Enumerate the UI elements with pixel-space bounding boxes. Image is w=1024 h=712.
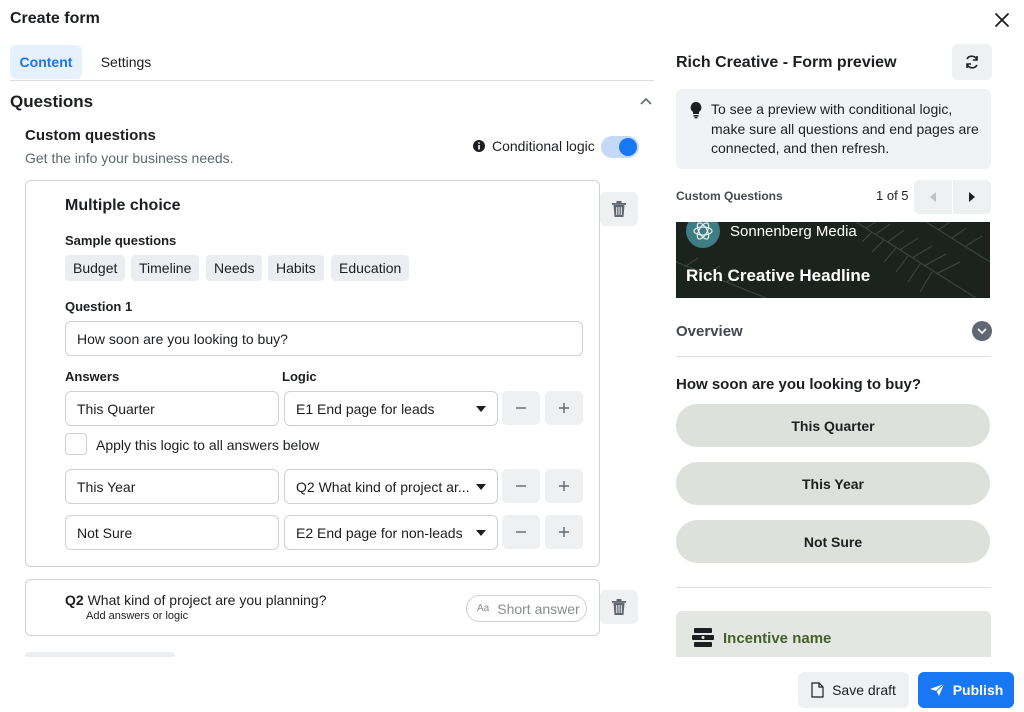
save-draft-button[interactable]: Save draft xyxy=(798,672,909,708)
close-button[interactable] xyxy=(990,8,1014,32)
sample-chip-budget[interactable]: Budget xyxy=(65,255,126,281)
question-1-label: Question 1 xyxy=(65,299,133,314)
preview-question: How soon are you looking to buy? xyxy=(676,376,922,393)
answer-input[interactable]: Not Sure xyxy=(65,515,279,550)
question-2-title: Q2 What kind of project are you planning… xyxy=(65,592,327,608)
questions-title: Questions xyxy=(10,92,94,111)
delete-question-2-button[interactable] xyxy=(600,590,638,624)
preview-option-not-sure[interactable]: Not Sure xyxy=(676,520,990,563)
text-format-icon: Aa xyxy=(477,603,490,614)
pager-prev-button[interactable] xyxy=(914,180,952,214)
custom-questions-title: Custom questions xyxy=(25,127,156,144)
trash-icon xyxy=(612,201,626,217)
pager-count: 1 of 5 xyxy=(876,188,909,203)
pager-next-button[interactable] xyxy=(953,180,991,214)
short-answer-label: Short answer xyxy=(497,600,580,617)
logic-select[interactable]: E1 End page for leads xyxy=(284,391,498,426)
preview-info-text: To see a preview with conditional logic,… xyxy=(711,101,979,156)
save-draft-label: Save draft xyxy=(832,682,896,698)
tab-settings-label: Settings xyxy=(100,54,152,70)
plus-icon xyxy=(559,403,569,413)
conditional-logic-label: Conditional logic xyxy=(492,138,595,154)
remove-answer-button[interactable] xyxy=(502,391,540,425)
incentive-name: Incentive name xyxy=(723,630,832,647)
logic-select-value: Q2 What kind of project ar... xyxy=(296,478,470,495)
chevron-down-icon xyxy=(977,328,987,334)
logic-select[interactable]: Q2 What kind of project ar... xyxy=(284,469,498,504)
logic-select-value: E2 End page for non-leads xyxy=(296,524,463,541)
refresh-icon xyxy=(966,55,978,69)
preview-hero-image: Sonnenberg Media Rich Creative Headline xyxy=(676,222,990,298)
toggle-knob xyxy=(619,138,637,156)
apply-logic-checkbox[interactable] xyxy=(65,433,87,455)
tab-content[interactable]: Content xyxy=(10,45,82,79)
apply-logic-label: Apply this logic to all answers below xyxy=(96,437,320,453)
question-type-label: Multiple choice xyxy=(65,197,181,214)
document-icon xyxy=(811,682,824,698)
question-1-input[interactable]: How soon are you looking to buy? xyxy=(65,321,583,356)
custom-questions-label: Custom Questions xyxy=(676,189,783,203)
sample-chip-timeline[interactable]: Timeline xyxy=(131,255,200,281)
publish-label: Publish xyxy=(952,682,1004,698)
preview-divider xyxy=(676,587,991,588)
caret-down-icon xyxy=(476,483,486,490)
answer-input[interactable]: This Quarter xyxy=(65,391,279,426)
preview-option-this-quarter[interactable]: This Quarter xyxy=(676,404,990,447)
conditional-logic-toggle[interactable] xyxy=(601,136,639,158)
preview-option-this-year[interactable]: This Year xyxy=(676,462,990,505)
sample-chip-habits[interactable]: Habits xyxy=(268,255,324,281)
add-answer-button[interactable] xyxy=(545,515,583,549)
refresh-preview-button[interactable] xyxy=(952,44,992,80)
logic-select[interactable]: E2 End page for non-leads xyxy=(284,515,498,550)
sample-questions-label: Sample questions xyxy=(65,233,177,248)
next-card-edge xyxy=(25,652,175,657)
chevron-up-icon xyxy=(640,97,652,105)
minus-icon xyxy=(516,407,526,409)
custom-questions-subtitle: Get the info your business needs. xyxy=(25,150,234,166)
preview-title: Rich Creative - Form preview xyxy=(676,54,897,71)
overview-divider xyxy=(676,356,991,357)
caret-right-icon xyxy=(969,192,975,202)
sample-chip-education[interactable]: Education xyxy=(331,255,410,281)
remove-answer-button[interactable] xyxy=(502,515,540,549)
remove-answer-button[interactable] xyxy=(502,469,540,503)
trash-icon xyxy=(612,599,626,615)
overview-label: Overview xyxy=(676,323,743,340)
logic-select-value: E1 End page for leads xyxy=(296,400,435,417)
caret-left-icon xyxy=(930,192,936,202)
info-icon[interactable] xyxy=(472,139,486,153)
dialog-title: Create form xyxy=(10,10,100,27)
logic-label: Logic xyxy=(282,369,317,384)
minus-icon xyxy=(516,531,526,533)
minus-icon xyxy=(516,485,526,487)
caret-down-icon xyxy=(476,405,486,412)
close-icon xyxy=(995,13,1009,27)
collapse-questions-button[interactable] xyxy=(638,95,654,109)
answer-input[interactable]: This Year xyxy=(65,469,279,504)
plus-icon xyxy=(559,527,569,537)
add-answer-button[interactable] xyxy=(545,469,583,503)
short-answer-badge: Aa Short answer xyxy=(466,595,587,622)
tab-settings[interactable]: Settings xyxy=(90,45,162,79)
question-2-text: What kind of project are you planning? xyxy=(87,592,327,608)
question-2-prefix: Q2 xyxy=(65,592,84,608)
incentive-icon xyxy=(691,626,715,648)
tabs-divider xyxy=(10,80,654,81)
delete-question-button[interactable] xyxy=(600,192,638,226)
preview-headline: Rich Creative Headline xyxy=(686,266,871,285)
tab-content-label: Content xyxy=(19,54,73,70)
sample-chip-needs[interactable]: Needs xyxy=(206,255,263,281)
answers-label: Answers xyxy=(65,369,120,384)
add-answer-button[interactable] xyxy=(545,391,583,425)
send-icon xyxy=(929,683,945,696)
caret-down-icon xyxy=(476,529,486,536)
overview-expand-button[interactable] xyxy=(972,321,992,341)
question-2-sub: Add answers or logic xyxy=(86,610,189,622)
lightbulb-icon xyxy=(689,101,703,119)
publish-button[interactable]: Publish xyxy=(918,672,1014,708)
brand-name: Sonnenberg Media xyxy=(730,223,857,240)
plus-icon xyxy=(559,481,569,491)
